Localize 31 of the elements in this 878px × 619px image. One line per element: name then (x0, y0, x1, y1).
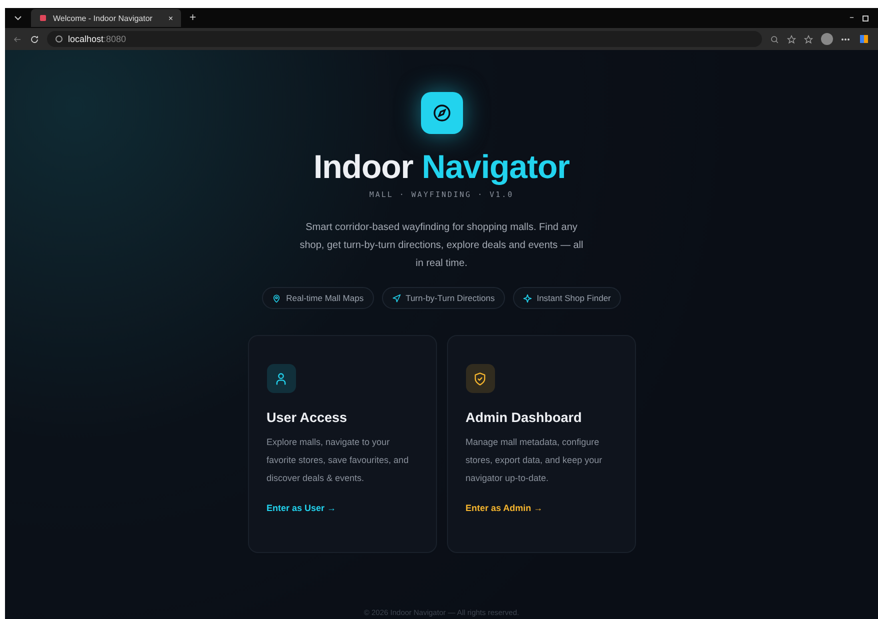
sparkle-icon (522, 294, 532, 302)
star-icon[interactable] (787, 34, 796, 44)
user-icon (274, 372, 288, 386)
new-tab[interactable]: + (189, 13, 197, 23)
favicon-icon (39, 14, 47, 22)
tab-close[interactable]: × (168, 14, 173, 22)
enter-link[interactable]: Enter as User → (266, 503, 418, 513)
card-description: Manage mall metadata, configure stores, export data, and keep your navigator up-to-date. (466, 436, 604, 485)
app-description: Smart corridor-based wayfinding for shopping malls. Find any shop, get turn-by-turn directions, explore deals and events — all in real time. (298, 221, 584, 271)
card-title: User Access (266, 410, 348, 425)
zoom-icon[interactable] (770, 34, 779, 44)
tab-menu-icon[interactable] (13, 13, 23, 23)
address-field[interactable]: localhost:8080 (47, 31, 762, 47)
enter-link[interactable]: Enter as Admin → (466, 503, 616, 513)
shield-check-icon (473, 372, 487, 386)
tab-title: Welcome - Indoor Navigator (53, 14, 152, 22)
card-description: Explore malls, navigate to your favorite stores, save favourites, and discover deals & events. (266, 436, 410, 485)
card-title: Admin Dashboard (466, 410, 583, 425)
compass-logo (420, 92, 462, 134)
app-title: Indoor Navigator (313, 148, 570, 186)
map-pin-icon (272, 294, 282, 302)
profile-icon[interactable] (821, 33, 833, 45)
feature-chip: Real-time Mall Maps (262, 287, 374, 309)
window-minimize[interactable]: – (850, 13, 854, 23)
navigation-arrow-icon (392, 294, 401, 302)
window-restore-icon[interactable] (862, 14, 870, 22)
browser-tab[interactable]: Welcome - Indoor Navigator × (31, 9, 181, 27)
reload-icon[interactable] (30, 34, 39, 44)
feature-chip: Instant Shop Finder (512, 287, 621, 309)
feature-chip: Turn-by-Turn Directions (382, 287, 505, 309)
back-icon[interactable] (13, 34, 22, 44)
